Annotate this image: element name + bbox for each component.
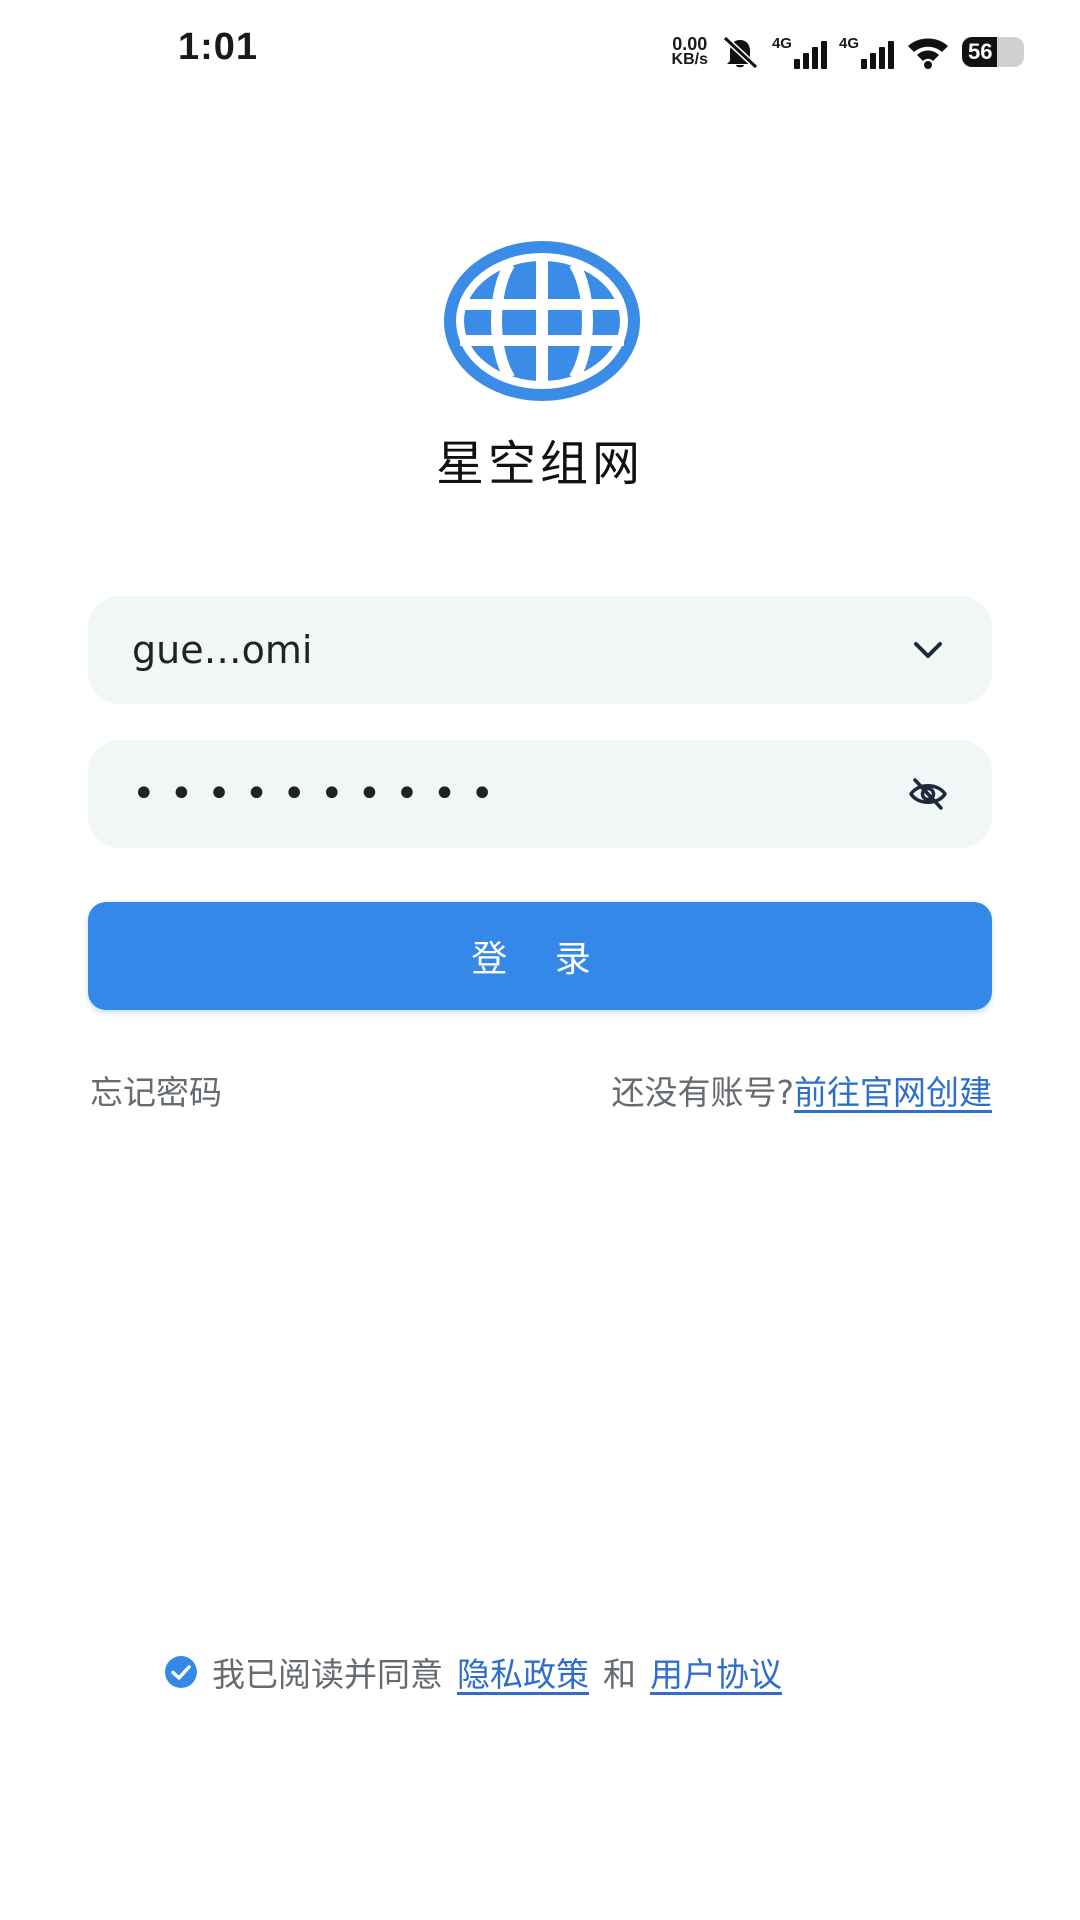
network-speed-value: 0.00 bbox=[672, 34, 708, 54]
agreement-row: 我已阅读并同意 隐私政策 和 用户协议 bbox=[164, 1648, 782, 1696]
battery-icon: 56 bbox=[962, 37, 1024, 67]
chevron-down-icon[interactable] bbox=[908, 630, 948, 670]
globe-icon bbox=[444, 241, 640, 401]
signal-strength-sim1: 4G bbox=[772, 35, 827, 69]
no-account-text: 还没有账号? bbox=[611, 1073, 794, 1112]
signal-network-type: 4G bbox=[838, 35, 859, 52]
bell-off-icon bbox=[722, 35, 759, 69]
network-speed-unit: KB/s bbox=[671, 51, 708, 68]
password-input[interactable] bbox=[132, 740, 892, 848]
create-account-link[interactable]: 前往官网创建 bbox=[794, 1066, 992, 1114]
check-circle-icon[interactable] bbox=[164, 1655, 198, 1689]
eye-off-icon[interactable] bbox=[908, 774, 948, 814]
signal-network-type: 4G bbox=[771, 35, 792, 52]
password-field[interactable] bbox=[88, 740, 992, 848]
agreement-prefix: 我已阅读并同意 bbox=[212, 1655, 443, 1694]
username-input[interactable] bbox=[132, 596, 892, 704]
status-time: 1:01 bbox=[178, 26, 259, 68]
signal-strength-sim2: 4G bbox=[839, 35, 894, 69]
privacy-policy-link[interactable]: 隐私政策 bbox=[457, 1648, 589, 1696]
battery-level: 56 bbox=[968, 39, 993, 64]
user-agreement-link[interactable]: 用户协议 bbox=[650, 1648, 782, 1696]
app-name: 星空组网 bbox=[435, 436, 644, 492]
status-icons: 0.00 KB/s 4G 4G 56 bbox=[672, 32, 1024, 72]
username-field[interactable] bbox=[88, 596, 992, 704]
login-button[interactable]: 登 录 bbox=[88, 902, 992, 1010]
signup-row: 还没有账号? 前往官网创建 bbox=[611, 1066, 992, 1114]
forgot-password-link[interactable]: 忘记密码 bbox=[90, 1066, 222, 1114]
network-speed: 0.00 KB/s bbox=[671, 34, 708, 68]
agreement-and: 和 bbox=[603, 1655, 636, 1694]
signal-bars-icon bbox=[861, 41, 894, 69]
wifi-icon bbox=[908, 38, 948, 69]
status-bar: 1:01 0.00 KB/s 4G 4G 56 bbox=[0, 0, 1080, 100]
signal-bars-icon bbox=[793, 41, 827, 69]
